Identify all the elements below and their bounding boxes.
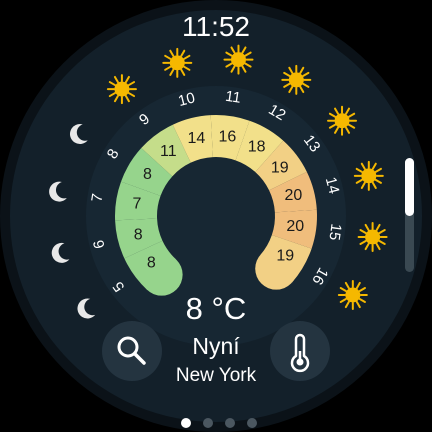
temperature-label: 7	[132, 195, 141, 212]
location-name: New York	[176, 365, 257, 386]
temperature-label: 20	[286, 218, 304, 235]
temperature-label: 16	[218, 128, 236, 145]
temperature-label: 8	[134, 226, 143, 243]
temperature-label: 8	[147, 255, 156, 272]
temperature-label: 19	[271, 159, 289, 176]
current-label: Nyní	[192, 333, 240, 359]
temperature-label: 11	[160, 143, 177, 160]
thermometer-icon	[290, 333, 310, 373]
thermometer-button[interactable]	[270, 321, 330, 381]
temperature-label: 18	[248, 139, 266, 156]
page-dot[interactable]	[203, 418, 213, 428]
search-button[interactable]	[102, 321, 162, 381]
temperature-label: 14	[188, 130, 206, 147]
temperature-label: 20	[284, 187, 302, 204]
page-dot[interactable]	[225, 418, 235, 428]
temperature-label: 19	[276, 248, 294, 265]
clock-time: 11:52	[182, 11, 250, 42]
hour-label: 15	[325, 223, 344, 242]
temperature-label: 8	[143, 166, 152, 183]
current-temperature: 8 °C	[186, 291, 247, 326]
hour-label: 11	[224, 88, 242, 107]
page-dot-active[interactable]	[181, 418, 191, 428]
search-icon	[117, 336, 146, 365]
page-dot[interactable]	[247, 418, 257, 428]
watch-face: 11:52 5678910 111213141516 88781114 161819…	[0, 0, 432, 432]
scroll-thumb[interactable]	[405, 158, 414, 216]
